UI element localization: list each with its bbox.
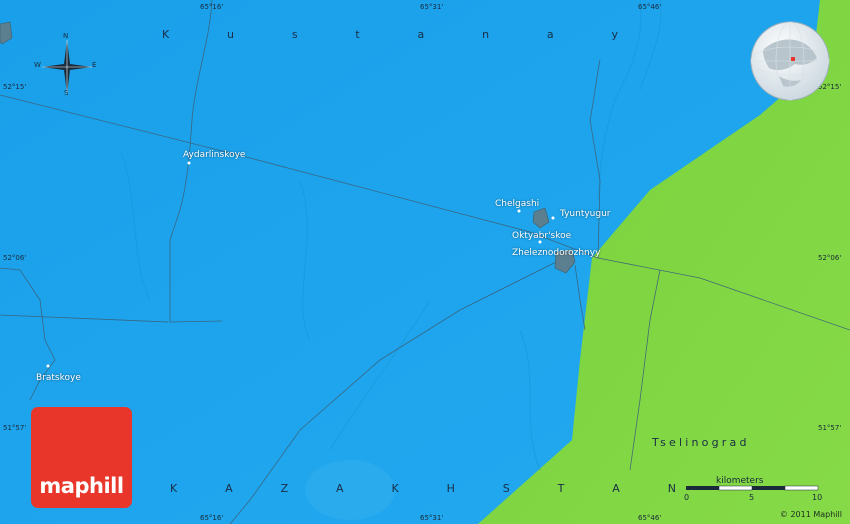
lat-label-right-2: 52°06' <box>818 254 842 262</box>
compass-e: E <box>92 61 97 69</box>
kazakhstan-letter: K <box>391 482 399 495</box>
copyright-notice: © 2011 Maphill <box>779 510 842 519</box>
compass-n: N <box>63 32 69 40</box>
place-dot <box>187 161 191 165</box>
region-label-kustanay: Ku s t a n a y <box>162 28 618 41</box>
place-label-chelgashi: Chelgashi <box>495 199 540 209</box>
kazakhstan-letter: Z <box>280 482 289 495</box>
region-label-tselinograd: Tselinograd <box>652 436 750 449</box>
kazakhstan-letter: K <box>170 482 178 495</box>
lon-label-top-2: 65°31' <box>420 3 444 11</box>
kustanay-letter: a <box>417 28 425 41</box>
kazakhstan-letter: N <box>667 482 676 495</box>
lon-label-top-3: 65°46' <box>638 3 662 11</box>
kustanay-letter: u <box>227 28 235 41</box>
place-label-oktyabrskoe: Oktyabr'skoe <box>512 231 572 241</box>
kazakhstan-letter: H <box>446 482 455 495</box>
kustanay-letter: K <box>162 28 170 41</box>
scale-tick-10: 10 <box>812 493 823 502</box>
lon-label-bottom-3: 65°46' <box>638 514 662 522</box>
compass-rose: N S W E <box>34 32 100 100</box>
region-label-kazakhstan: KAZAKHSTAN <box>170 482 676 495</box>
lon-label-bottom-2: 65°31' <box>420 514 444 522</box>
lat-label-left-3: 51°57' <box>3 424 27 432</box>
lon-label-top-1: 65°16' <box>200 3 224 11</box>
place-label-aydarlinskoye: Aydarlinskoye <box>183 150 246 160</box>
scale-bar-graphic <box>686 485 819 491</box>
place-dot <box>517 209 521 213</box>
kustanay-letter: a <box>546 28 554 41</box>
compass-w: W <box>34 61 41 69</box>
lon-label-bottom-1: 65°16' <box>200 514 224 522</box>
kustanay-letter: y <box>611 28 618 41</box>
globe-icon <box>750 21 830 101</box>
logo-text: maphill <box>39 474 124 498</box>
kazakhstan-letter: A <box>612 482 620 495</box>
kustanay-letter: n <box>482 28 490 41</box>
map[interactable]: Ku s t a n a y K A Z A K H S T A N Tselinograd Aydarlin… <box>0 0 850 524</box>
kazakhstan-letter: A <box>336 482 344 495</box>
scale-bar: kilometers 0 5 10 <box>676 476 826 506</box>
lat-label-left-1: 52°15' <box>3 83 27 91</box>
place-label-tyuntyugur: Tyuntyugur <box>560 209 611 219</box>
scale-tick-0: 0 <box>684 493 690 502</box>
scale-tick-5: 5 <box>749 493 755 502</box>
maphill-logo[interactable]: maphill <box>31 407 132 508</box>
place-label-bratskoye: Bratskoye <box>36 373 81 383</box>
kazakhstan-letter: A <box>225 482 233 495</box>
kustanay-letter: t <box>355 28 360 41</box>
kazakhstan-letter: S <box>502 482 510 495</box>
place-label-zheleznodorozhnyy: Zheleznodorozhnyy <box>512 248 601 258</box>
kazakhstan-letter: T <box>557 482 565 495</box>
place-dot <box>46 364 50 368</box>
compass-s: S <box>64 89 69 97</box>
lat-label-right-3: 51°57' <box>818 424 842 432</box>
lat-label-left-2: 52°06' <box>3 254 27 262</box>
globe-locator <box>749 20 831 102</box>
kustanay-letter: s <box>291 28 298 41</box>
place-dot <box>551 216 555 220</box>
